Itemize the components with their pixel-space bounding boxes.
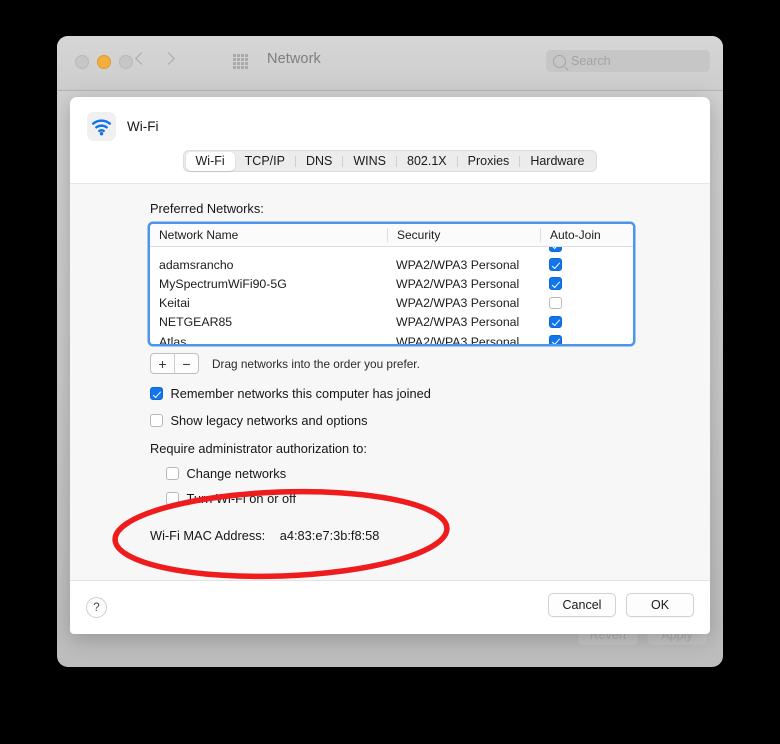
tab-tcpip[interactable]: TCP/IP xyxy=(235,152,295,171)
traffic-light-buttons xyxy=(75,55,133,69)
table-header-row: Network Name Security Auto-Join xyxy=(150,224,633,247)
search-placeholder: Search xyxy=(571,54,611,68)
auto-join-checkbox[interactable] xyxy=(549,258,562,271)
page-title: Network xyxy=(267,51,321,67)
option-turn-wifi-on-off[interactable]: Turn Wi-Fi on or off xyxy=(166,491,710,506)
remember-networks-checkbox[interactable] xyxy=(150,387,163,400)
cell-network-name: adamsrancho xyxy=(159,257,234,272)
table-row[interactable]: Keitai WPA2/WPA3 Personal xyxy=(150,294,633,313)
minimize-button[interactable] xyxy=(97,55,111,69)
sheet-footer: ? Cancel OK xyxy=(70,581,710,634)
cell-auto-join xyxy=(540,258,633,272)
column-header-auto-join[interactable]: Auto-Join xyxy=(540,228,633,242)
auto-join-checkbox[interactable] xyxy=(549,296,562,310)
sheet-body: Preferred Networks: Network Name Securit… xyxy=(70,183,710,581)
auto-join-checkbox[interactable] xyxy=(549,315,562,329)
preferred-networks-label: Preferred Networks: xyxy=(150,201,264,216)
option-remember-networks[interactable]: Remember networks this computer has join… xyxy=(150,386,710,401)
cell-auto-join xyxy=(540,315,633,329)
zoom-button[interactable] xyxy=(119,55,133,69)
ok-button[interactable]: OK xyxy=(626,593,694,617)
mac-address-label: Wi-Fi MAC Address: xyxy=(150,528,266,543)
column-header-network-name[interactable]: Network Name xyxy=(150,228,387,242)
cell-network-name: NETGEAR85 xyxy=(159,315,233,330)
forward-icon[interactable] xyxy=(164,50,175,69)
sheet-header: Wi-Fi xyxy=(70,97,710,141)
close-button[interactable] xyxy=(75,55,89,69)
table-rows-viewport: adamsrancho WPA2/WPA3 Personal MySpectru… xyxy=(150,247,633,344)
tab-dns[interactable]: DNS xyxy=(296,152,342,171)
table-row[interactable]: adamsrancho WPA2/WPA3 Personal xyxy=(150,255,633,274)
mac-address-value: a4:83:e7:3b:f8:58 xyxy=(279,528,380,543)
show-legacy-networks-checkbox[interactable] xyxy=(150,414,163,427)
tab-wins[interactable]: WINS xyxy=(343,152,396,171)
table-row[interactable]: NETGEAR85 WPA2/WPA3 Personal xyxy=(150,313,633,332)
table-tools: + − Drag networks into the order you pre… xyxy=(150,353,710,374)
drag-hint-label: Drag networks into the order you prefer. xyxy=(212,356,420,371)
option-show-legacy-networks[interactable]: Show legacy networks and options xyxy=(150,413,710,428)
table-row[interactable]: Atlas WPA2/WPA3 Personal xyxy=(150,332,633,344)
remove-network-button[interactable]: − xyxy=(174,354,198,373)
remember-networks-label: Remember networks this computer has join… xyxy=(170,386,431,401)
table-row[interactable]: MySpectrumWiFi90-5G WPA2/WPA3 Personal xyxy=(150,274,633,293)
cell-security: WPA2/WPA3 Personal xyxy=(396,315,520,330)
tab-hardware[interactable]: Hardware xyxy=(520,152,594,171)
wifi-settings-sheet: Wi-Fi Wi-Fi TCP/IP DNS WINS 802.1X Proxi… xyxy=(70,97,710,634)
network-preferences-window: Network Search Revert Apply Wi-Fi Wi-Fi … xyxy=(57,36,723,667)
preferred-networks-table[interactable]: Network Name Security Auto-Join adamsran… xyxy=(150,224,633,344)
wifi-icon xyxy=(87,111,116,141)
mac-address-row: Wi-Fi MAC Address: a4:83:e7:3b:f8:58 xyxy=(150,528,710,543)
search-field[interactable]: Search xyxy=(546,50,710,72)
cell-auto-join xyxy=(540,247,633,253)
cell-security: WPA2/WPA3 Personal xyxy=(396,257,520,272)
tab-proxies[interactable]: Proxies xyxy=(458,152,520,171)
back-icon[interactable] xyxy=(136,50,147,69)
window-toolbar: Network Search xyxy=(57,36,723,91)
option-change-networks[interactable]: Change networks xyxy=(166,466,710,481)
cell-auto-join xyxy=(540,335,633,344)
cell-security: WPA2/WPA3 Personal xyxy=(396,276,520,291)
navigation-arrows xyxy=(136,50,175,69)
sheet-action-buttons: Cancel OK xyxy=(548,593,694,617)
cancel-button[interactable]: Cancel xyxy=(548,593,616,617)
tab-strip: Wi-Fi TCP/IP DNS WINS 802.1X Proxies Har… xyxy=(183,150,597,172)
add-remove-segmented-control: + − xyxy=(150,353,199,374)
cell-network-name: Atlas xyxy=(159,334,187,344)
show-all-grid-icon[interactable] xyxy=(233,54,248,69)
column-header-security[interactable]: Security xyxy=(387,228,540,242)
search-icon xyxy=(553,54,566,68)
cell-security: WPA2/WPA3 Personal xyxy=(396,296,520,311)
tab-8021x[interactable]: 802.1X xyxy=(397,152,457,171)
tab-bar: Wi-Fi TCP/IP DNS WINS 802.1X Proxies Har… xyxy=(70,150,710,172)
cell-security: WPA2/WPA3 Personal xyxy=(396,334,520,344)
auto-join-checkbox[interactable] xyxy=(549,247,562,252)
cell-auto-join xyxy=(540,277,633,291)
change-networks-label: Change networks xyxy=(186,466,287,481)
table-row[interactable] xyxy=(150,247,633,255)
turn-wifi-on-off-checkbox[interactable] xyxy=(166,492,179,505)
cell-network-name: MySpectrumWiFi90-5G xyxy=(159,276,287,291)
cell-network-name: Keitai xyxy=(159,296,190,311)
service-name-label: Wi-Fi xyxy=(127,118,159,134)
require-admin-label: Require administrator authorization to: xyxy=(150,441,367,456)
show-legacy-networks-label: Show legacy networks and options xyxy=(170,413,368,428)
turn-wifi-on-off-label: Turn Wi-Fi on or off xyxy=(186,491,297,506)
change-networks-checkbox[interactable] xyxy=(166,467,179,480)
tab-wifi[interactable]: Wi-Fi xyxy=(185,151,235,171)
add-network-button[interactable]: + xyxy=(151,354,174,373)
auto-join-checkbox[interactable] xyxy=(549,335,562,344)
auto-join-checkbox[interactable] xyxy=(549,277,562,290)
help-button[interactable]: ? xyxy=(86,597,107,618)
cell-auto-join xyxy=(540,296,633,310)
